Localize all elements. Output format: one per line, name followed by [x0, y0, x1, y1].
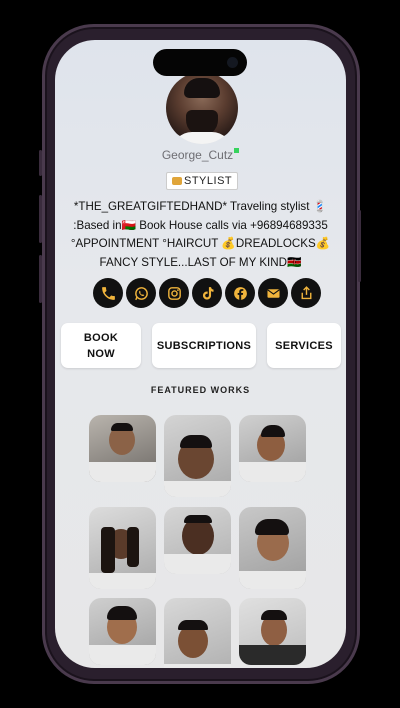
instagram-icon[interactable] — [159, 278, 189, 308]
bio-line: :Based in🇴🇲 Book House calls via +968946… — [73, 218, 328, 232]
bio-line: *THE_GREATGIFTEDHAND* Traveling stylist … — [73, 200, 328, 213]
phone-power-button — [358, 210, 361, 282]
tiktok-icon[interactable] — [192, 278, 222, 308]
featured-work-item[interactable] — [89, 415, 156, 482]
phone-volume-down — [39, 255, 42, 303]
phone-volume-up — [39, 195, 42, 243]
featured-work-item[interactable] — [239, 598, 306, 665]
services-button[interactable]: SERVICES — [267, 323, 341, 368]
bio-line: FANCY STYLE...LAST OF MY KIND🇰🇪 — [99, 255, 302, 269]
username-text: George_Cutz — [161, 148, 234, 162]
social-links — [93, 278, 321, 308]
share-icon[interactable] — [291, 278, 321, 308]
bio-line: °APPOINTMENT °HAIRCUT 💰DREADLOCKS💰 — [70, 237, 331, 250]
featured-work-item[interactable] — [89, 598, 156, 665]
camera-icon — [227, 57, 238, 68]
featured-works-title: FEATURED WORKS — [150, 385, 251, 395]
role-badge: STYLIST — [166, 172, 239, 190]
action-buttons: BOOK NOW SUBSCRIPTIONS SERVICES — [61, 323, 342, 368]
featured-work-item[interactable] — [164, 415, 231, 497]
featured-work-item[interactable] — [164, 507, 231, 574]
phone-icon[interactable] — [93, 278, 123, 308]
featured-work-item[interactable] — [89, 507, 156, 589]
role-label: STYLIST — [184, 175, 233, 187]
subscriptions-button[interactable]: SUBSCRIPTIONS — [152, 323, 256, 368]
username: George_Cutz — [55, 148, 346, 162]
featured-work-item[interactable] — [239, 507, 306, 589]
book-now-button[interactable]: BOOK NOW — [61, 323, 141, 368]
email-icon[interactable] — [258, 278, 288, 308]
whatsapp-icon[interactable] — [126, 278, 156, 308]
featured-work-item[interactable] — [164, 598, 231, 668]
phone-side-button — [39, 150, 42, 176]
featured-work-item[interactable] — [239, 415, 306, 482]
profile-screen: George_Cutz STYLIST *THE_GREATGIFTEDHAND… — [55, 40, 346, 668]
bio: *THE_GREATGIFTEDHAND* Traveling stylist … — [59, 198, 342, 272]
facebook-icon[interactable] — [225, 278, 255, 308]
dynamic-island — [153, 49, 247, 76]
avatar[interactable] — [166, 72, 238, 144]
online-status-icon — [234, 148, 240, 153]
briefcase-icon — [172, 177, 182, 185]
